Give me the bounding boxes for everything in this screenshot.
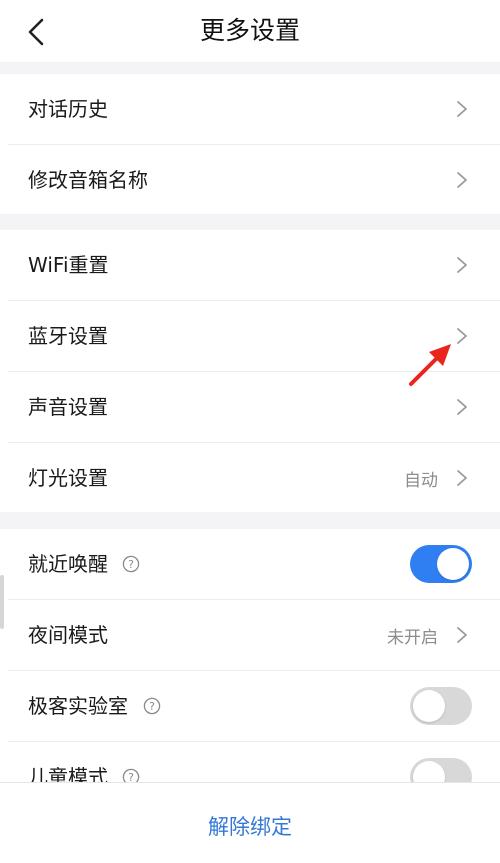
row-label: WiFi重置 bbox=[28, 253, 109, 277]
toggle-knob bbox=[413, 761, 445, 782]
row-geek-lab: 极客实验室 ? bbox=[0, 671, 500, 741]
svg-text:?: ? bbox=[128, 771, 134, 782]
row-label: 就近唤醒 bbox=[28, 552, 108, 576]
chevron-right-icon bbox=[457, 257, 467, 273]
header-bar: 更多设置 bbox=[0, 0, 500, 62]
row-label: 灯光设置 bbox=[28, 466, 108, 490]
geek-lab-toggle[interactable] bbox=[410, 687, 472, 725]
footer-bar: 解除绑定 bbox=[0, 782, 500, 863]
kids-mode-toggle[interactable] bbox=[410, 758, 472, 782]
row-label: 修改音箱名称 bbox=[28, 168, 148, 192]
settings-group-features: 就近唤醒 ? 夜间模式 未开启 极客实验室 ? 儿童模式 ? bbox=[0, 529, 500, 782]
svg-text:?: ? bbox=[149, 700, 155, 713]
row-label: 对话历史 bbox=[28, 97, 108, 121]
row-light-settings[interactable]: 灯光设置 自动 bbox=[0, 443, 500, 513]
night-mode-value: 未开启 bbox=[387, 627, 438, 648]
row-label: 儿童模式 bbox=[28, 765, 108, 782]
side-edge-marker bbox=[0, 575, 4, 629]
row-rename-speaker[interactable]: 修改音箱名称 bbox=[0, 145, 500, 215]
chevron-right-icon bbox=[457, 101, 467, 117]
row-wifi-reset[interactable]: WiFi重置 bbox=[0, 230, 500, 300]
chevron-right-icon bbox=[457, 172, 467, 188]
unbind-button[interactable]: 解除绑定 bbox=[0, 811, 500, 841]
row-label: 夜间模式 bbox=[28, 623, 108, 647]
chevron-right-icon bbox=[457, 627, 467, 643]
chevron-right-icon bbox=[457, 470, 467, 486]
toggle-knob bbox=[437, 548, 469, 580]
light-mode-value: 自动 bbox=[404, 470, 438, 491]
nearby-wake-toggle[interactable] bbox=[410, 545, 472, 583]
annotation-arrow-icon bbox=[409, 344, 451, 386]
chevron-right-icon bbox=[457, 328, 467, 344]
settings-group-history: 对话历史 修改音箱名称 bbox=[0, 74, 500, 214]
row-night-mode[interactable]: 夜间模式 未开启 bbox=[0, 600, 500, 670]
row-nearby-wake: 就近唤醒 ? bbox=[0, 529, 500, 599]
toggle-knob bbox=[413, 690, 445, 722]
chevron-right-icon bbox=[457, 399, 467, 415]
question-circle-icon[interactable]: ? bbox=[122, 768, 140, 782]
row-kids-mode: 儿童模式 ? bbox=[0, 742, 500, 782]
question-circle-icon[interactable]: ? bbox=[122, 555, 140, 573]
row-label: 极客实验室 bbox=[28, 694, 128, 718]
svg-text:?: ? bbox=[128, 558, 134, 571]
question-circle-icon[interactable]: ? bbox=[143, 697, 161, 715]
row-label: 声音设置 bbox=[28, 395, 108, 419]
row-dialog-history[interactable]: 对话历史 bbox=[0, 74, 500, 144]
page-title: 更多设置 bbox=[199, 16, 300, 45]
row-label: 蓝牙设置 bbox=[28, 324, 108, 348]
